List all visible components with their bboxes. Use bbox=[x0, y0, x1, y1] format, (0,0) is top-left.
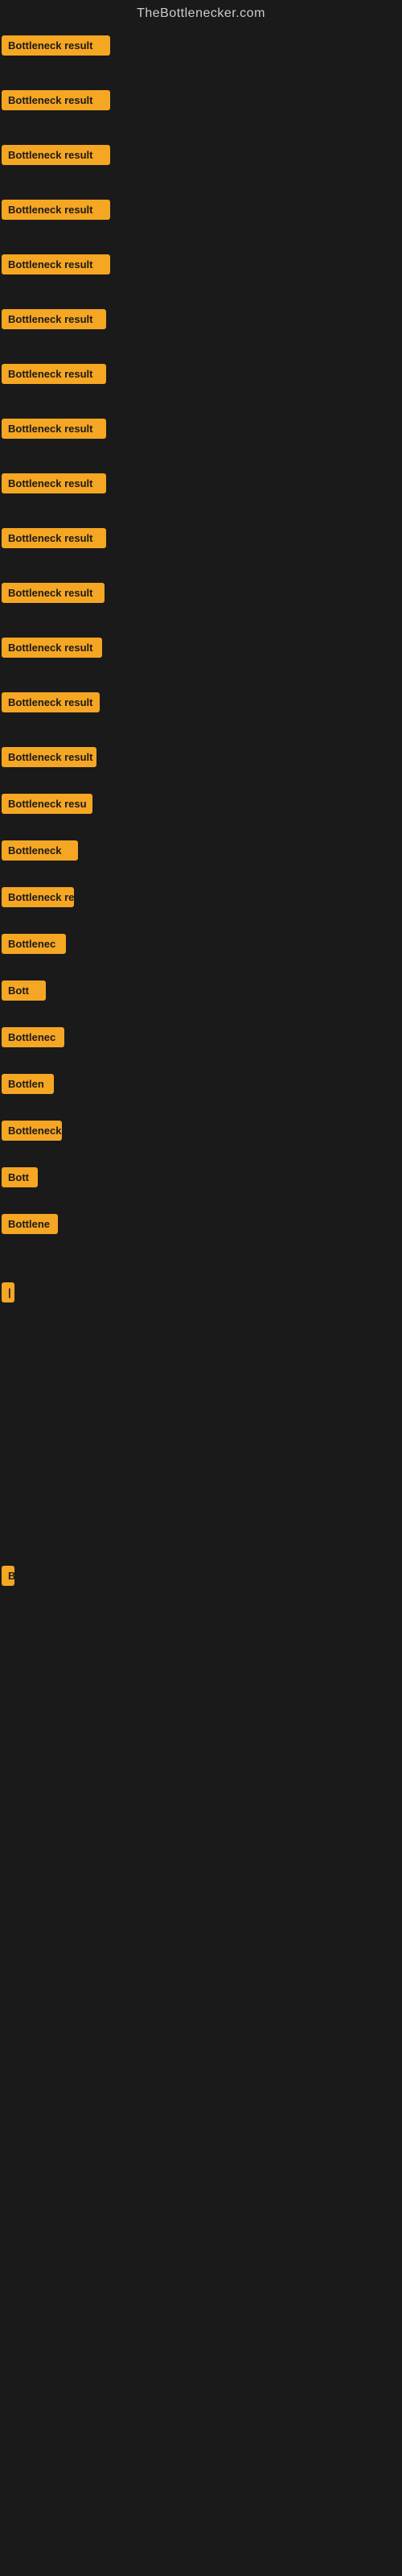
bottleneck-badge: Bott bbox=[2, 1167, 38, 1187]
item-spacer bbox=[2, 121, 402, 143]
list-item: Bottlen bbox=[2, 1072, 402, 1100]
bottleneck-badge: Bottleneck result bbox=[2, 200, 110, 220]
item-spacer bbox=[2, 1198, 402, 1212]
bottleneck-badge: B bbox=[2, 1566, 14, 1586]
bottleneck-badge: Bottleneck resu bbox=[2, 794, 92, 814]
list-item: Bottleneck result bbox=[2, 581, 402, 609]
bottleneck-badge: Bottleneck re bbox=[2, 887, 74, 907]
item-spacer bbox=[2, 668, 402, 691]
bottleneck-badge: Bottlenec bbox=[2, 1027, 64, 1047]
bottleneck-badge: Bottleneck result bbox=[2, 35, 110, 56]
list-item: Bottlenec bbox=[2, 1026, 402, 1053]
bottom-item-container: B bbox=[0, 1554, 402, 1591]
item-spacer bbox=[2, 871, 402, 886]
site-title: TheBottlenecker.com bbox=[0, 0, 402, 31]
bottleneck-badge: Bottleneck result bbox=[2, 254, 110, 275]
bottleneck-badge: Bottleneck result bbox=[2, 419, 106, 439]
bottleneck-badge: Bottleneck result bbox=[2, 747, 96, 767]
list-item: Bott bbox=[2, 979, 402, 1006]
list-item: Bottleneck result bbox=[2, 636, 402, 663]
list-item: Bottleneck result bbox=[2, 143, 402, 171]
bottleneck-items-list: Bottleneck result Bottleneck result Bottle… bbox=[0, 31, 402, 1393]
list-item: Bottleneck resu bbox=[2, 792, 402, 819]
item-spacer bbox=[2, 66, 402, 89]
item-spacer bbox=[2, 1151, 402, 1166]
item-spacer bbox=[2, 1313, 402, 1393]
list-item: Bottleneck result bbox=[2, 308, 402, 335]
list-item: Bottlene bbox=[2, 1212, 402, 1240]
item-spacer bbox=[2, 175, 402, 198]
list-item: Bottleneck result bbox=[2, 526, 402, 554]
item-spacer bbox=[2, 918, 402, 932]
item-spacer bbox=[2, 1104, 402, 1119]
bottleneck-badge: Bottlen bbox=[2, 1074, 54, 1094]
list-item: Bottleneck result bbox=[2, 253, 402, 280]
list-item: Bottleneck result bbox=[2, 417, 402, 444]
list-item: B bbox=[2, 1564, 402, 1591]
list-item: Bottleneck result bbox=[2, 89, 402, 116]
list-item: Bottleneck bbox=[2, 1119, 402, 1146]
bottleneck-badge: Bottleneck bbox=[2, 840, 78, 861]
bottleneck-badge: Bottleneck result bbox=[2, 90, 110, 110]
bottleneck-badge: Bottleneck result bbox=[2, 638, 102, 658]
bottleneck-badge: Bottlene bbox=[2, 1214, 58, 1234]
bottleneck-badge: Bottleneck result bbox=[2, 309, 106, 329]
bottleneck-badge: Bott bbox=[2, 980, 46, 1001]
site-title-container: TheBottlenecker.com bbox=[0, 0, 402, 31]
item-spacer bbox=[2, 723, 402, 745]
item-spacer bbox=[2, 1011, 402, 1026]
list-item: Bottleneck re bbox=[2, 886, 402, 913]
bottleneck-badge: | bbox=[2, 1282, 14, 1302]
item-spacer bbox=[2, 285, 402, 308]
bottleneck-badge: Bottleneck result bbox=[2, 145, 110, 165]
bottleneck-badge: Bottleneck result bbox=[2, 583, 105, 603]
item-spacer bbox=[2, 1245, 402, 1281]
list-item: Bott bbox=[2, 1166, 402, 1193]
item-spacer bbox=[2, 778, 402, 792]
list-item: Bottleneck result bbox=[2, 472, 402, 499]
item-spacer bbox=[2, 1058, 402, 1072]
list-item: Bottleneck result bbox=[2, 362, 402, 390]
bottleneck-badge: Bottleneck result bbox=[2, 692, 100, 712]
bottleneck-badge: Bottleneck result bbox=[2, 364, 106, 384]
item-spacer bbox=[2, 449, 402, 472]
item-spacer bbox=[2, 824, 402, 839]
bottleneck-badge: Bottleneck result bbox=[2, 473, 106, 493]
item-spacer bbox=[2, 340, 402, 362]
item-spacer bbox=[2, 394, 402, 417]
list-item: Bottleneck result bbox=[2, 34, 402, 61]
item-spacer bbox=[2, 559, 402, 581]
item-spacer bbox=[2, 504, 402, 526]
list-item: | bbox=[2, 1281, 402, 1308]
item-spacer bbox=[2, 964, 402, 979]
list-item: Bottleneck bbox=[2, 839, 402, 866]
list-item: Bottleneck result bbox=[2, 745, 402, 773]
item-spacer bbox=[2, 230, 402, 253]
list-item: Bottleneck result bbox=[2, 691, 402, 718]
bottleneck-badge: Bottlenec bbox=[2, 934, 66, 954]
bottleneck-badge: Bottleneck bbox=[2, 1121, 62, 1141]
bottleneck-badge: Bottleneck result bbox=[2, 528, 106, 548]
list-item: Bottlenec bbox=[2, 932, 402, 960]
item-spacer bbox=[2, 613, 402, 636]
list-item: Bottleneck result bbox=[2, 198, 402, 225]
